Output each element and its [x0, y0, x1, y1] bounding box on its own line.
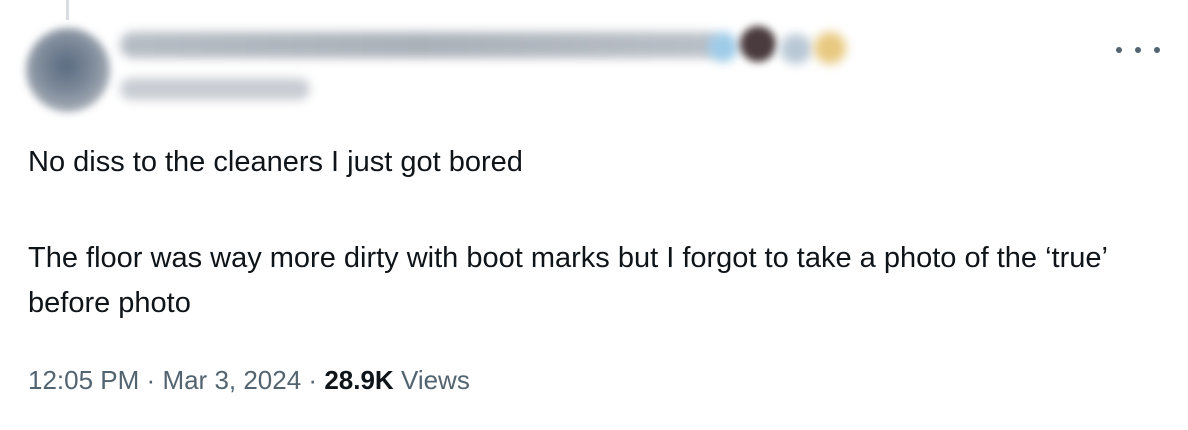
views-count[interactable]: 28.9K: [324, 365, 393, 395]
name-emoji-redacted: [780, 34, 812, 64]
tweet-time[interactable]: 12:05 PM: [28, 365, 139, 395]
more-horizontal-icon: [1116, 47, 1122, 53]
meta-separator: ·: [308, 365, 318, 395]
author-avatar[interactable]: [26, 28, 110, 112]
meta-separator: ·: [146, 365, 156, 395]
tweet-card: No diss to the cleaners I just got bored…: [0, 0, 1188, 430]
more-horizontal-icon: [1135, 47, 1141, 53]
tweet-date[interactable]: Mar 3, 2024: [162, 365, 301, 395]
name-emoji-redacted: [740, 26, 776, 62]
tweet-text-paragraph: No diss to the cleaners I just got bored: [28, 146, 523, 178]
author-handle-redacted[interactable]: [120, 78, 310, 100]
tweet-text-paragraph: The floor was way more dirty with boot m…: [28, 242, 1107, 319]
name-emoji-redacted: [814, 32, 846, 64]
tweet-metadata: 12:05 PM · Mar 3, 2024 · 28.9K Views: [28, 362, 470, 398]
views-label: Views: [400, 365, 470, 395]
name-emoji-redacted: [708, 32, 738, 62]
thread-connector-line: [66, 0, 69, 20]
more-options-button[interactable]: [1116, 38, 1160, 62]
author-display-name-redacted[interactable]: [120, 32, 720, 58]
more-horizontal-icon: [1154, 47, 1160, 53]
